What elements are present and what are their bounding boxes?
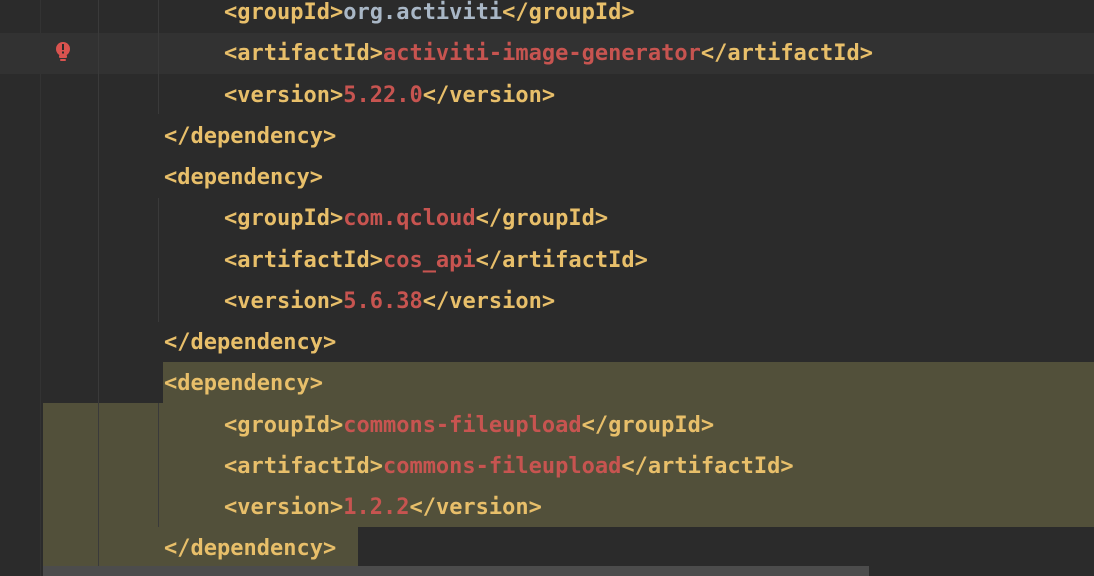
- xml-open-tag: <groupId>: [224, 413, 344, 438]
- code-line[interactable]: </dependency>: [0, 322, 1094, 363]
- code-line[interactable]: </dependency>: [0, 116, 1094, 157]
- xml-open-tag: </dependency>: [164, 330, 337, 355]
- code-line[interactable]: <dependency>: [0, 157, 1094, 198]
- xml-close-tag: </version>: [409, 495, 542, 520]
- code-text: <version>5.6.38</version>: [224, 281, 555, 322]
- code-line[interactable]: <dependency>: [0, 363, 1094, 404]
- xml-value: 5.6.38: [343, 289, 423, 314]
- xml-open-tag: <version>: [224, 289, 344, 314]
- xml-close-tag: </version>: [422, 83, 556, 108]
- xml-close-tag: </artifactId>: [700, 41, 874, 66]
- code-line[interactable]: <groupId>commons-fileupload</groupId>: [0, 405, 1094, 446]
- code-text: <artifactId>commons-fileupload</artifact…: [224, 446, 794, 487]
- code-text: </dependency>: [164, 322, 336, 363]
- code-line[interactable]: <artifactId>activiti-image-generator</ar…: [0, 33, 1094, 74]
- code-text: </dependency>: [164, 116, 336, 157]
- code-text: <artifactId>activiti-image-generator</ar…: [224, 33, 873, 74]
- code-text: <version>1.2.2</version>: [224, 487, 542, 528]
- code-text: <groupId>commons-fileupload</groupId>: [224, 405, 714, 446]
- xml-open-tag: <artifactId>: [224, 41, 383, 66]
- xml-close-tag: </groupId>: [581, 413, 715, 438]
- xml-open-tag: <dependency>: [164, 371, 323, 396]
- xml-close-tag: </version>: [422, 289, 556, 314]
- xml-value: 1.2.2: [343, 495, 410, 520]
- xml-value: cos_api: [382, 248, 476, 273]
- xml-close-tag: </groupId>: [502, 0, 635, 25]
- code-line[interactable]: <version>1.2.2</version>: [0, 487, 1094, 528]
- code-text: <dependency>: [164, 157, 323, 198]
- code-text: </dependency>: [164, 528, 336, 569]
- code-line[interactable]: <artifactId>commons-fileupload</artifact…: [0, 446, 1094, 487]
- code-line[interactable]: <artifactId>cos_api</artifactId>: [0, 240, 1094, 281]
- code-line[interactable]: <groupId>com.qcloud</groupId>: [0, 198, 1094, 239]
- xml-open-tag: <artifactId>: [224, 248, 383, 273]
- xml-close-tag: </artifactId>: [621, 454, 794, 479]
- code-text: <artifactId>cos_api</artifactId>: [224, 240, 648, 281]
- xml-open-tag: <version>: [224, 83, 344, 108]
- xml-open-tag: <artifactId>: [224, 454, 383, 479]
- xml-open-tag: <version>: [224, 495, 344, 520]
- xml-open-tag: </dependency>: [164, 536, 337, 561]
- xml-value: 5.22.0: [343, 83, 423, 108]
- xml-value: commons-fileupload: [343, 413, 582, 438]
- code-line[interactable]: <version>5.6.38</version>: [0, 281, 1094, 322]
- code-line[interactable]: <groupId>org.activiti</groupId>: [0, 0, 1094, 33]
- code-line[interactable]: <version>5.22.0</version>: [0, 75, 1094, 116]
- xml-value: org.activiti: [343, 0, 503, 25]
- xml-open-tag: <groupId>: [224, 0, 344, 25]
- xml-value: activiti-image-generator: [382, 41, 701, 66]
- code-line[interactable]: </dependency>: [0, 528, 1094, 569]
- xml-value: commons-fileupload: [382, 454, 622, 479]
- xml-close-tag: </groupId>: [475, 206, 609, 231]
- code-text: <dependency>: [164, 363, 323, 404]
- code-text: <version>5.22.0</version>: [224, 75, 555, 116]
- xml-open-tag: <groupId>: [224, 206, 344, 231]
- xml-value: com.qcloud: [343, 206, 476, 231]
- code-text: <groupId>com.qcloud</groupId>: [224, 198, 608, 239]
- xml-open-tag: <dependency>: [164, 165, 323, 190]
- xml-close-tag: </artifactId>: [475, 248, 648, 273]
- code-text: <groupId>org.activiti</groupId>: [224, 0, 635, 33]
- xml-open-tag: </dependency>: [164, 124, 337, 149]
- horizontal-scrollbar[interactable]: [43, 566, 869, 576]
